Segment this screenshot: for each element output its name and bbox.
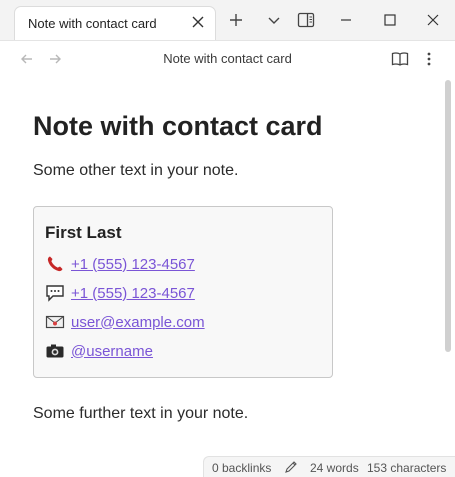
backlinks-count[interactable]: 0 backlinks: [212, 461, 271, 475]
contact-sms-row: +1 (555) 123-4567: [45, 282, 195, 304]
phone-link[interactable]: +1 (555) 123-4567: [71, 256, 195, 273]
status-bar: 0 backlinks 24 words 153 characters: [203, 456, 455, 477]
email-link[interactable]: user@example.com: [71, 314, 205, 331]
title-bar: Note with contact card: [0, 0, 455, 40]
note-content[interactable]: Note with contact card Some other text i…: [0, 77, 441, 477]
scrollbar-thumb[interactable]: [445, 80, 451, 352]
pencil-icon[interactable]: [284, 460, 298, 477]
sidebar-toggle-icon[interactable]: [296, 10, 316, 30]
sms-link[interactable]: +1 (555) 123-4567: [71, 285, 195, 302]
reading-view-icon[interactable]: [391, 50, 409, 68]
nav-bar: Note with contact card: [0, 40, 455, 76]
note-title: Note with contact card: [33, 111, 323, 141]
close-window-icon[interactable]: [423, 10, 443, 30]
contact-email-row: user@example.com: [45, 311, 205, 333]
camera-icon: [45, 342, 65, 360]
contact-name: First Last: [45, 223, 122, 242]
nav-title: Note with contact card: [163, 51, 292, 66]
speech-bubble-icon: [45, 284, 65, 302]
contact-card: First Last +1 (555) 123-4567 +1 (555) 12…: [33, 206, 333, 378]
new-tab-icon[interactable]: [226, 10, 246, 30]
chevron-down-icon[interactable]: [264, 10, 284, 30]
character-count: 153 characters: [367, 461, 447, 475]
word-count: 24 words: [310, 461, 359, 475]
social-link[interactable]: @username: [71, 343, 153, 360]
contact-phone-row: +1 (555) 123-4567: [45, 253, 195, 275]
tab-note[interactable]: Note with contact card: [14, 6, 216, 40]
more-options-icon[interactable]: [420, 50, 438, 68]
note-intro-text: Some other text in your note.: [33, 162, 239, 179]
note-outro-text: Some further text in your note.: [33, 405, 249, 422]
tab-title: Note with contact card: [28, 16, 157, 31]
maximize-icon[interactable]: [380, 10, 400, 30]
minimize-icon[interactable]: [336, 10, 356, 30]
close-tab-icon[interactable]: [189, 13, 207, 31]
contact-social-row: @username: [45, 340, 153, 362]
phone-icon: [45, 255, 65, 273]
envelope-icon: [45, 313, 65, 331]
